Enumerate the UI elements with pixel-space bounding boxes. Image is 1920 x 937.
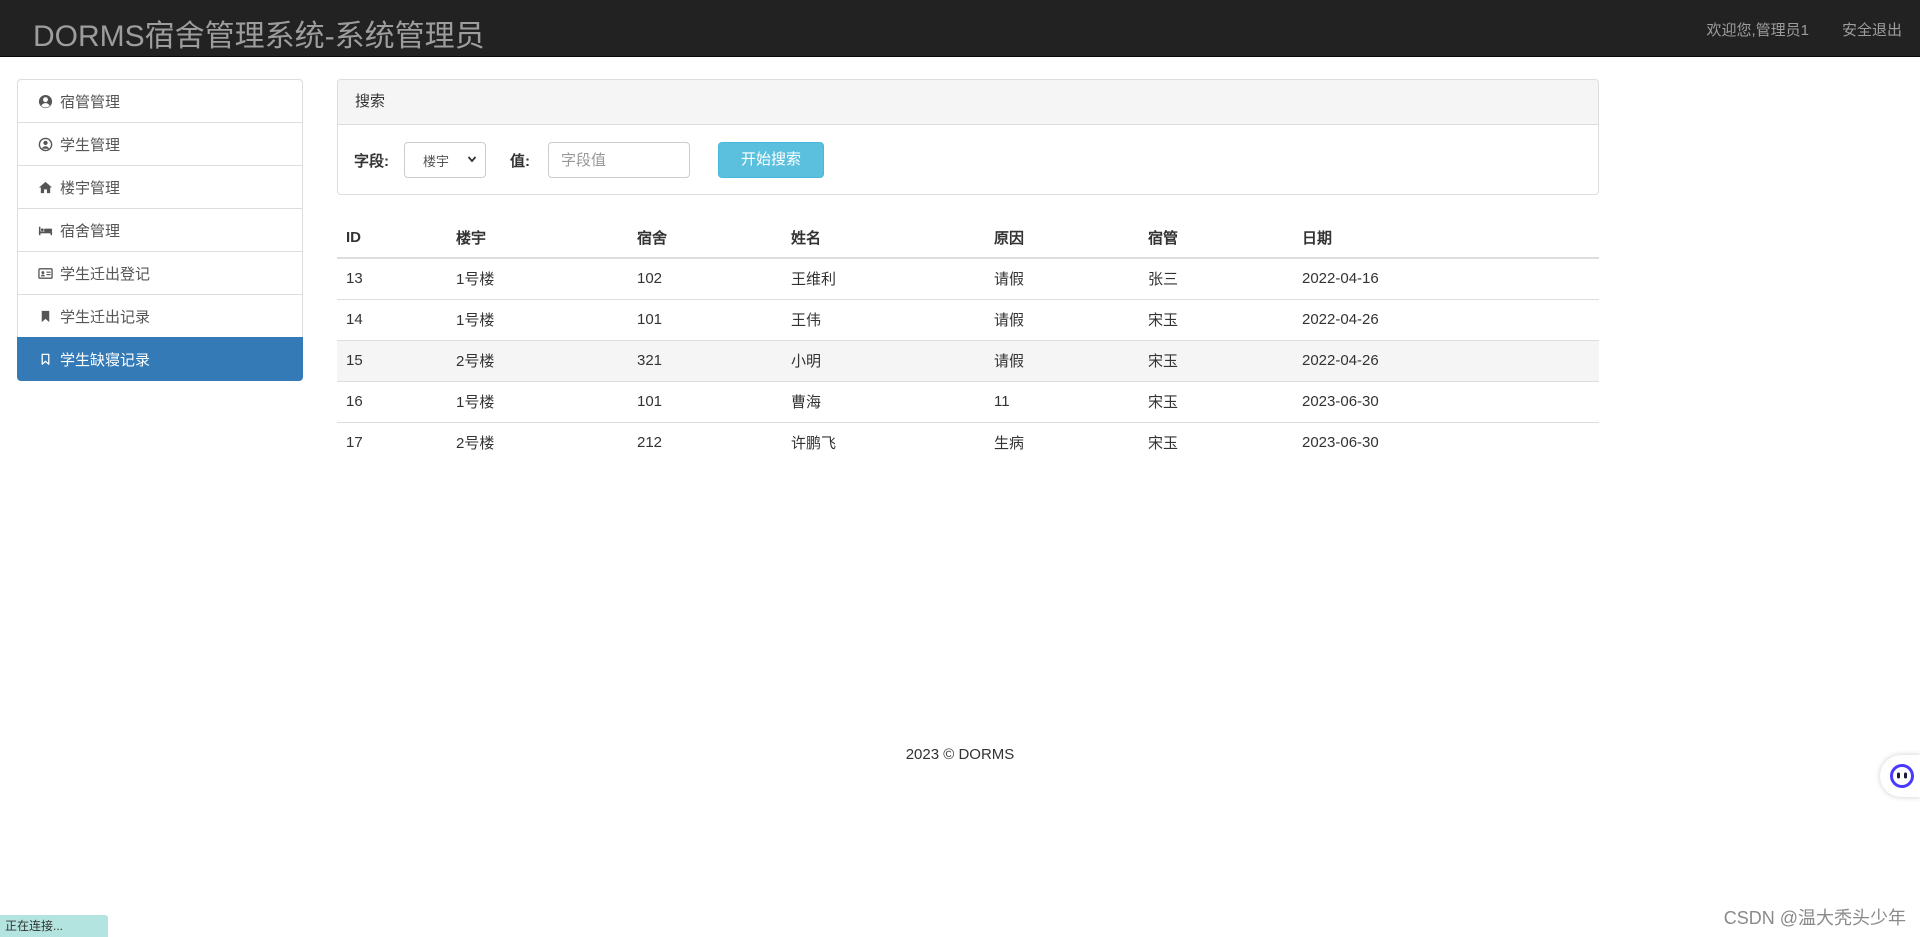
cell-manager: 张三 [1139, 257, 1293, 299]
sidebar-item-label: 楼宇管理 [60, 179, 121, 197]
table-row: 17 2号楼 212 许鹏飞 生病 宋玉 2023-06-30 [337, 421, 1599, 463]
search-panel-body: 字段: 楼宇 值: 开始搜索 [338, 125, 1598, 195]
cell-date: 2023-06-30 [1293, 380, 1599, 422]
table-row: 15 2号楼 321 小明 请假 宋玉 2022-04-26 [337, 339, 1599, 381]
sidebar-item-student[interactable]: 学生管理 [17, 122, 303, 166]
cell-name: 王维利 [782, 257, 985, 299]
sidebar-item-building[interactable]: 楼宇管理 [17, 165, 303, 209]
table-row: 14 1号楼 101 王伟 请假 宋玉 2022-04-26 [337, 298, 1599, 340]
sidebar-item-label: 宿管管理 [60, 93, 121, 111]
cell-name: 王伟 [782, 298, 985, 340]
cell-dorm: 102 [628, 257, 782, 299]
bookmark-icon [36, 307, 54, 325]
field-select-value: 楼宇 [423, 153, 450, 169]
cell-manager: 宋玉 [1139, 380, 1293, 422]
search-panel: 搜索 字段: 楼宇 值: 开始搜索 [337, 79, 1599, 195]
field-label: 字段: [354, 153, 389, 170]
cell-building: 1号楼 [447, 257, 628, 299]
logout-link[interactable]: 安全退出 [1842, 19, 1902, 40]
column-header-manager: 宿管 [1139, 218, 1293, 259]
value-label: 值: [510, 153, 530, 170]
page-footer: 2023 © DORMS [905, 746, 1015, 763]
value-input[interactable] [548, 142, 690, 178]
search-panel-title: 搜索 [338, 80, 1598, 125]
cell-dorm: 101 [628, 298, 782, 340]
cell-manager: 宋玉 [1139, 298, 1293, 340]
brand-title[interactable]: DORMS宿舍管理系统-系统管理员 [33, 11, 485, 55]
cell-reason: 请假 [985, 339, 1139, 381]
column-header-dorm: 宿舍 [628, 218, 782, 259]
cell-reason: 11 [985, 380, 1139, 422]
navbar-right: 欢迎您,管理员1 安全退出 [1706, 19, 1902, 40]
sidebar-item-dorm-manager[interactable]: 宿管管理 [17, 79, 303, 123]
cell-date: 2023-06-30 [1293, 421, 1599, 463]
sidebar-item-dorm[interactable]: 宿舍管理 [17, 208, 303, 252]
column-header-date: 日期 [1293, 218, 1599, 259]
cell-id: 13 [337, 257, 447, 299]
top-navbar: DORMS宿舍管理系统-系统管理员 欢迎您,管理员1 安全退出 [0, 0, 1920, 57]
field-select[interactable]: 楼宇 [404, 142, 486, 178]
cell-id: 16 [337, 380, 447, 422]
cell-name: 许鹏飞 [782, 421, 985, 463]
sidebar-item-absence-records[interactable]: 学生缺寝记录 [17, 337, 303, 381]
sidebar-item-label: 学生管理 [60, 136, 121, 154]
column-header-reason: 原因 [985, 218, 1139, 259]
cell-building: 1号楼 [447, 298, 628, 340]
robot-icon [1890, 764, 1914, 788]
watermark: CSDN @温大秃头少年 [1723, 908, 1906, 928]
cell-reason: 请假 [985, 298, 1139, 340]
sidebar-item-label: 宿舍管理 [60, 222, 121, 240]
cell-id: 14 [337, 298, 447, 340]
cell-date: 2022-04-16 [1293, 257, 1599, 299]
column-header-id: ID [337, 218, 447, 259]
cell-manager: 宋玉 [1139, 339, 1293, 381]
cell-dorm: 321 [628, 339, 782, 381]
user-outline-icon [36, 135, 54, 153]
sidebar-item-move-out-register[interactable]: 学生迁出登记 [17, 251, 303, 295]
table-row: 16 1号楼 101 曹海 11 宋玉 2023-06-30 [337, 380, 1599, 422]
home-icon [36, 178, 54, 196]
assistant-float-button[interactable] [1880, 755, 1920, 797]
sidebar: 宿管管理 学生管理 楼宇管理 宿舍管理 学生迁出登记 学生迁出记录 学生缺寝记录 [17, 79, 303, 381]
bookmark-outline-icon [36, 350, 54, 368]
cell-dorm: 212 [628, 421, 782, 463]
absence-records-table: ID 楼宇 宿舍 姓名 原因 宿管 日期 13 1号楼 102 王维利 请假 张… [337, 218, 1599, 463]
cell-id: 17 [337, 421, 447, 463]
cell-reason: 生病 [985, 421, 1139, 463]
cell-reason: 请假 [985, 257, 1139, 299]
cell-building: 1号楼 [447, 380, 628, 422]
records-table-wrap: ID 楼宇 宿舍 姓名 原因 宿管 日期 13 1号楼 102 王维利 请假 张… [337, 218, 1599, 463]
chevron-down-icon [467, 156, 477, 163]
cell-building: 2号楼 [447, 421, 628, 463]
cell-building: 2号楼 [447, 339, 628, 381]
cell-name: 小明 [782, 339, 985, 381]
table-header-row: ID 楼宇 宿舍 姓名 原因 宿管 日期 [337, 218, 1599, 259]
sidebar-item-label: 学生迁出记录 [60, 308, 151, 326]
browser-status-bar: 正在连接... [0, 915, 108, 937]
user-circle-icon [36, 92, 54, 110]
cell-date: 2022-04-26 [1293, 339, 1599, 381]
sidebar-item-label: 学生缺寝记录 [60, 351, 151, 369]
cell-name: 曹海 [782, 380, 985, 422]
cell-id: 15 [337, 339, 447, 381]
cell-dorm: 101 [628, 380, 782, 422]
column-header-name: 姓名 [782, 218, 985, 259]
id-card-icon [36, 264, 54, 282]
column-header-building: 楼宇 [447, 218, 628, 259]
bed-icon [36, 221, 54, 239]
start-search-button[interactable]: 开始搜索 [718, 142, 824, 178]
table-row: 13 1号楼 102 王维利 请假 张三 2022-04-16 [337, 257, 1599, 299]
sidebar-item-move-out-records[interactable]: 学生迁出记录 [17, 294, 303, 338]
cell-manager: 宋玉 [1139, 421, 1293, 463]
cell-date: 2022-04-26 [1293, 298, 1599, 340]
sidebar-item-label: 学生迁出登记 [60, 265, 151, 283]
welcome-link[interactable]: 欢迎您,管理员1 [1706, 19, 1809, 40]
